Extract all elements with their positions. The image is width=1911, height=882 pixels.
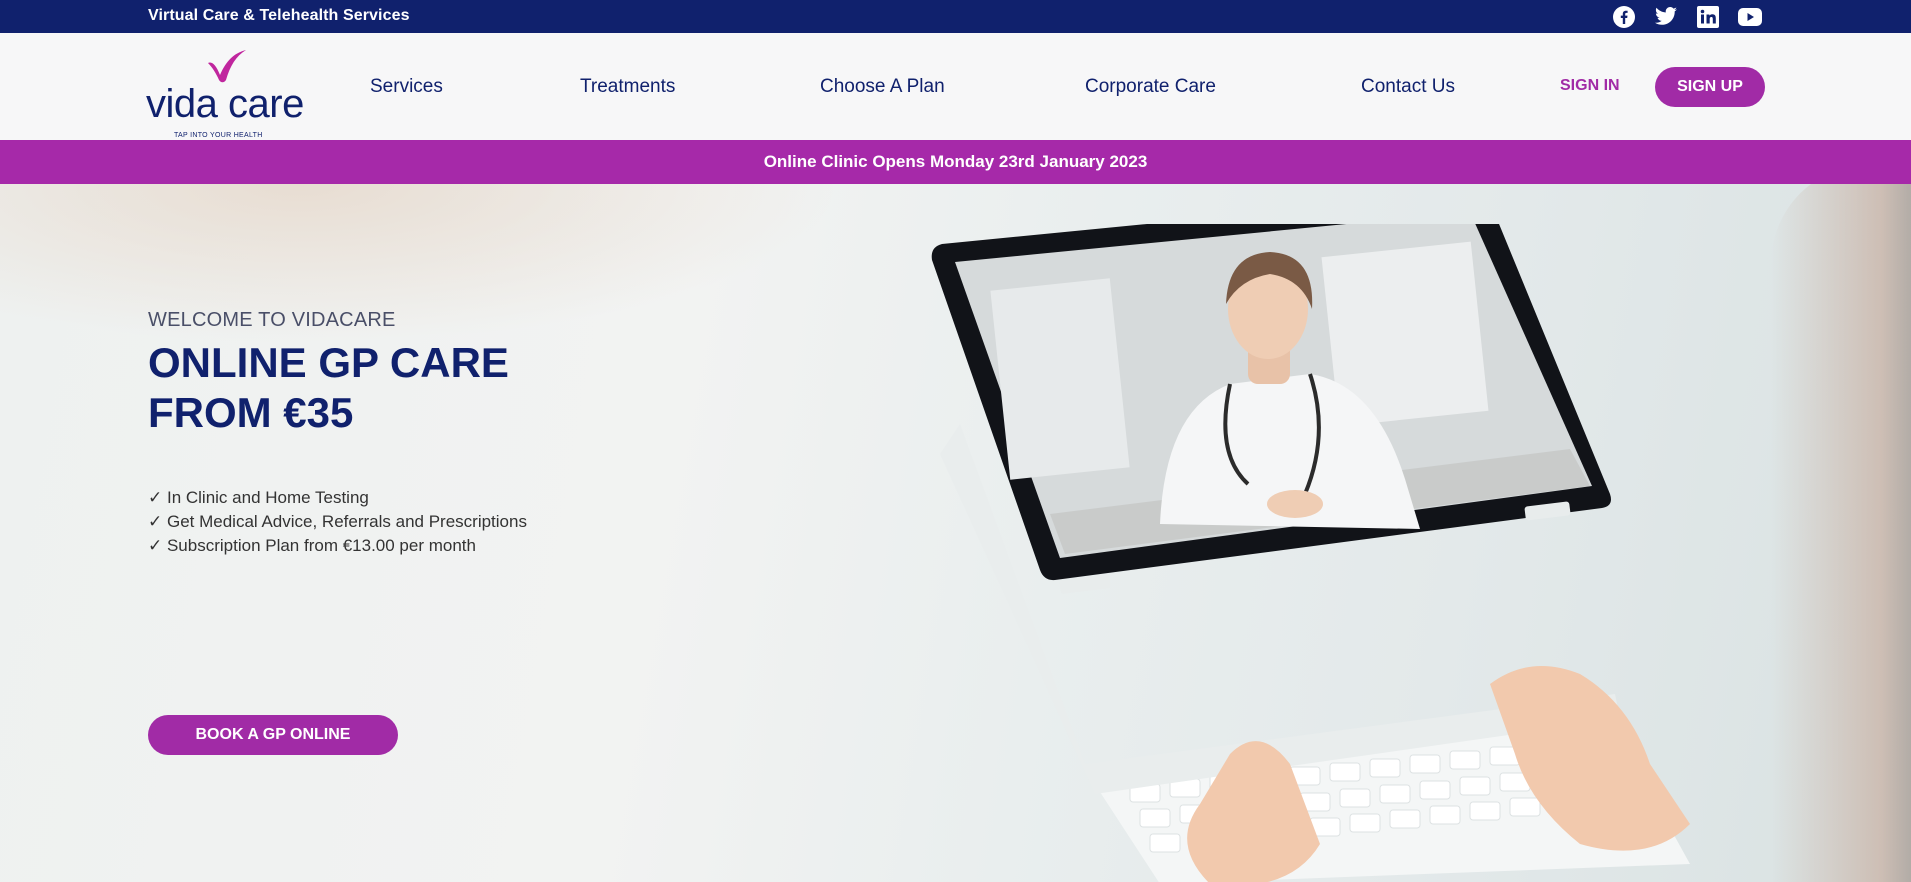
nav-services[interactable]: Services: [370, 76, 443, 98]
hero-headline: ONLINE GP CARE FROM €35: [148, 338, 568, 438]
youtube-icon[interactable]: [1737, 4, 1763, 30]
benefit-item: ✓ Get Medical Advice, Referrals and Pres…: [148, 512, 527, 531]
hero-person-shoulder: [1771, 184, 1911, 882]
top-bar-tagline: Virtual Care & Telehealth Services: [148, 7, 410, 24]
hero-section: WELCOME TO VIDACARE ONLINE GP CARE FROM …: [0, 184, 1911, 882]
hero-headline-line2: FROM €35: [148, 389, 354, 436]
site-header: vida care TAP INTO YOUR HEALTH Services …: [0, 33, 1911, 140]
facebook-icon[interactable]: [1611, 4, 1637, 30]
laptop-video-call-illustration: [931, 224, 1690, 882]
hero-benefits-list: ✓ In Clinic and Home Testing ✓ Get Medic…: [148, 486, 527, 558]
social-links: [1611, 4, 1763, 30]
announcement-bar: Online Clinic Opens Monday 23rd January …: [0, 140, 1911, 184]
logo-slogan: TAP INTO YOUR HEALTH: [174, 132, 263, 139]
hero-text: WELCOME TO VIDACARE ONLINE GP CARE FROM …: [148, 309, 568, 438]
nav-corporate-care[interactable]: Corporate Care: [1085, 76, 1216, 98]
hero-headline-line1: ONLINE GP CARE: [148, 339, 509, 386]
announcement-text: Online Clinic Opens Monday 23rd January …: [763, 152, 1148, 171]
sign-up-button[interactable]: SIGN UP: [1655, 67, 1765, 107]
nav-choose-a-plan[interactable]: Choose A Plan: [820, 76, 945, 98]
sign-in-link[interactable]: SIGN IN: [1560, 77, 1620, 95]
twitter-icon[interactable]: [1653, 4, 1679, 30]
benefit-item: ✓ In Clinic and Home Testing: [148, 488, 369, 507]
main-nav: Services Treatments Choose A Plan Corpor…: [0, 76, 1911, 106]
benefit-item: ✓ Subscription Plan from €13.00 per mont…: [148, 536, 476, 555]
hero-welcome: WELCOME TO VIDACARE: [148, 309, 396, 331]
book-gp-online-button[interactable]: BOOK A GP ONLINE: [148, 715, 398, 755]
top-bar: Virtual Care & Telehealth Services: [0, 0, 1911, 33]
nav-treatments[interactable]: Treatments: [580, 76, 675, 98]
nav-contact-us[interactable]: Contact Us: [1361, 76, 1455, 98]
linkedin-icon[interactable]: [1695, 4, 1721, 30]
